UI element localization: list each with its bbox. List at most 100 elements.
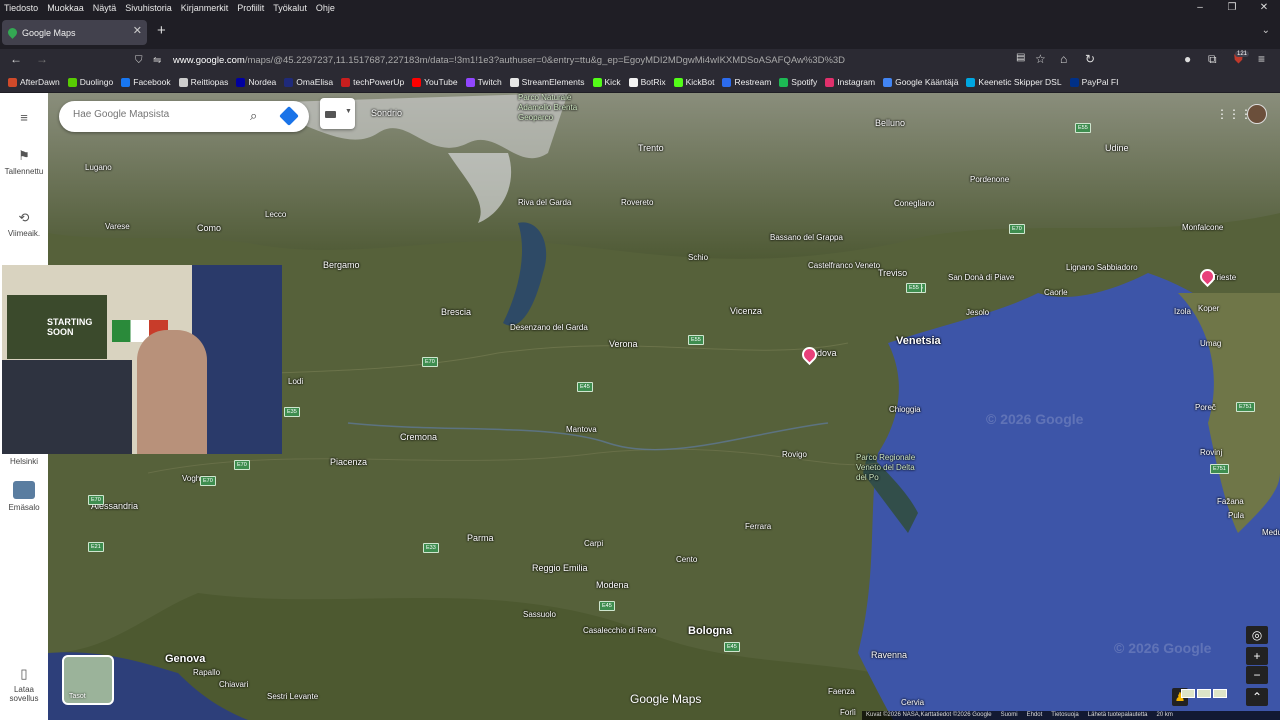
city-label[interactable]: Vicenza [730,306,762,316]
bookmark-item[interactable]: Facebook [121,77,171,87]
bookmark-item[interactable]: StreamElements [509,77,585,87]
city-label[interactable]: Poreč [1195,403,1216,412]
menu-file[interactable]: Tiedosto [0,3,43,13]
search-input[interactable] [73,109,243,120]
city-label[interactable]: Monfalcone [1182,223,1223,232]
ublock-icon[interactable]: ⛊ 121 [1234,51,1250,67]
app-menu-icon[interactable]: ≡ [1258,52,1265,66]
city-label[interactable]: Cervia [901,698,924,707]
city-label[interactable]: Sestri Levante [267,692,318,701]
recent-button[interactable]: ⟲ Viimeaik. [0,210,48,238]
bookmark-item[interactable]: BotRix [628,77,666,87]
city-label[interactable]: Cremona [400,432,437,442]
city-label[interactable]: Caorle [1044,288,1068,297]
download-app-button[interactable]: ▯ Lataa sovellus [0,666,48,703]
terms-link[interactable]: Ehdot [1027,711,1043,720]
city-label[interactable]: Desenzano del Garda [510,323,588,332]
city-label[interactable]: Fažana [1217,497,1244,506]
city-label[interactable]: Ferrara [745,522,771,531]
city-label[interactable]: Genova [165,653,205,665]
city-label[interactable]: Ravenna [871,650,907,660]
city-label[interactable]: Lugano [85,163,112,172]
city-label[interactable]: Sassuolo [523,610,556,619]
address-bar[interactable]: ⛉ ⇋ www.google.com/maps/@45.2297237,11.1… [130,50,1100,71]
close-window-button[interactable]: ✕ [1248,0,1280,15]
city-label[interactable]: Modena [596,580,629,590]
city-label[interactable]: Cento [676,555,697,564]
menu-hamburger-icon[interactable]: ≡ [0,110,48,128]
city-label[interactable]: Bergamo [323,260,360,270]
city-label[interactable]: Carpi [584,539,603,548]
site-permissions-icon[interactable]: ⇋ [153,55,161,66]
city-label[interactable]: Lecco [265,210,286,219]
input-tools-button[interactable]: ▼ [320,98,355,129]
account-icon[interactable]: ● [1184,52,1191,66]
city-label[interactable]: Verona [609,339,638,349]
city-label[interactable]: Mantova [566,425,597,434]
city-label[interactable]: Bologna [688,625,732,637]
language-link[interactable]: Suomi [1001,711,1018,720]
bookmark-item[interactable]: AfterDawn [8,77,60,87]
city-label[interactable]: Reggio Emilia [532,563,588,573]
city-label[interactable]: Parco Regionale Veneto del Delta del Po [856,453,916,483]
city-label[interactable]: Koper [1198,304,1219,313]
expand-chevron-icon[interactable]: ⌃ [1246,688,1268,706]
layers-button[interactable]: Tasot [62,655,114,705]
bookmark-item[interactable]: Instagram [825,77,875,87]
city-label[interactable]: Rovinj [1200,448,1222,457]
bookmark-item[interactable]: Keenetic Skipper DSL [966,77,1062,87]
new-tab-button[interactable]: + [157,22,166,39]
tab-list-chevron-icon[interactable]: ⌄ [1262,25,1270,36]
my-location-icon[interactable]: ◎ [1246,626,1268,644]
bookmark-item[interactable]: KickBot [673,77,714,87]
city-label[interactable]: Riva del Garda [518,198,571,207]
extensions-icon[interactable]: ⧉ [1208,52,1217,67]
menu-profiles[interactable]: Profiilit [233,3,269,13]
bookmark-item[interactable]: Reittiopas [178,77,228,87]
directions-icon[interactable] [279,106,299,126]
menu-help[interactable]: Ohje [312,3,340,13]
city-label[interactable]: Izola [1174,307,1191,316]
city-label[interactable]: Rapallo [193,668,220,677]
city-label[interactable]: Umag [1200,339,1221,348]
city-label[interactable]: Jesolo [966,308,989,317]
zoom-in-button[interactable]: + [1246,647,1268,665]
bookmark-item[interactable]: Nordea [236,77,276,87]
city-label[interactable]: Castelfranco Veneto [808,261,880,270]
city-label[interactable]: Trieste [1212,273,1236,282]
bookmark-item[interactable]: OmaElisa [284,77,333,87]
reload-icon[interactable]: ↻ [1085,52,1095,66]
city-label[interactable]: Sondrio [371,108,402,118]
city-label[interactable]: Bassano del Grappa [770,233,843,242]
forward-arrow-icon[interactable]: → [36,52,48,66]
back-arrow-icon[interactable]: ← [10,52,22,66]
city-label[interactable]: Udine [1105,143,1129,153]
recent-place-helsinki[interactable]: Helsinki [0,457,48,466]
city-label[interactable]: Lignano Sabbiadoro [1066,263,1138,272]
bookmark-item[interactable]: YouTube [412,77,458,87]
close-tab-icon[interactable]: ✕ [133,24,142,37]
city-label[interactable]: Parco Naturale Adamello Brenta Geoparco [518,93,578,123]
city-label[interactable]: Chioggia [889,405,921,414]
city-label[interactable]: Conegliano [894,199,934,208]
city-label[interactable]: Belluno [875,118,905,128]
menu-history[interactable]: Sivuhistoria [121,3,177,13]
shield-icon[interactable]: ⛉ [135,55,143,66]
bookmark-item[interactable]: Google Kääntäjä [883,77,958,87]
city-label[interactable]: Faenza [828,687,855,696]
feedback-link[interactable]: Lähetä tuotepalautetta [1088,711,1148,720]
menu-bookmarks[interactable]: Kirjanmerkit [177,3,234,13]
city-label[interactable]: Casalecchio di Reno [583,626,656,635]
zoom-out-button[interactable]: − [1246,666,1268,684]
bookmark-item[interactable]: Duolingo [67,77,113,87]
menu-tools[interactable]: Työkalut [269,3,312,13]
privacy-link[interactable]: Tietosuoja [1051,711,1078,720]
city-label[interactable]: Chiavari [219,680,248,689]
bookmark-item[interactable]: Spotify [779,77,817,87]
city-label[interactable]: Como [197,223,221,233]
imagery-thumbnails[interactable] [1181,689,1227,698]
recent-place-emasalo[interactable]: Emäsalo [0,481,48,512]
bookmark-star-icon[interactable]: ☆ [1035,52,1046,66]
city-label[interactable]: Treviso [878,268,907,278]
city-label[interactable]: San Donà di Piave [948,273,1014,282]
